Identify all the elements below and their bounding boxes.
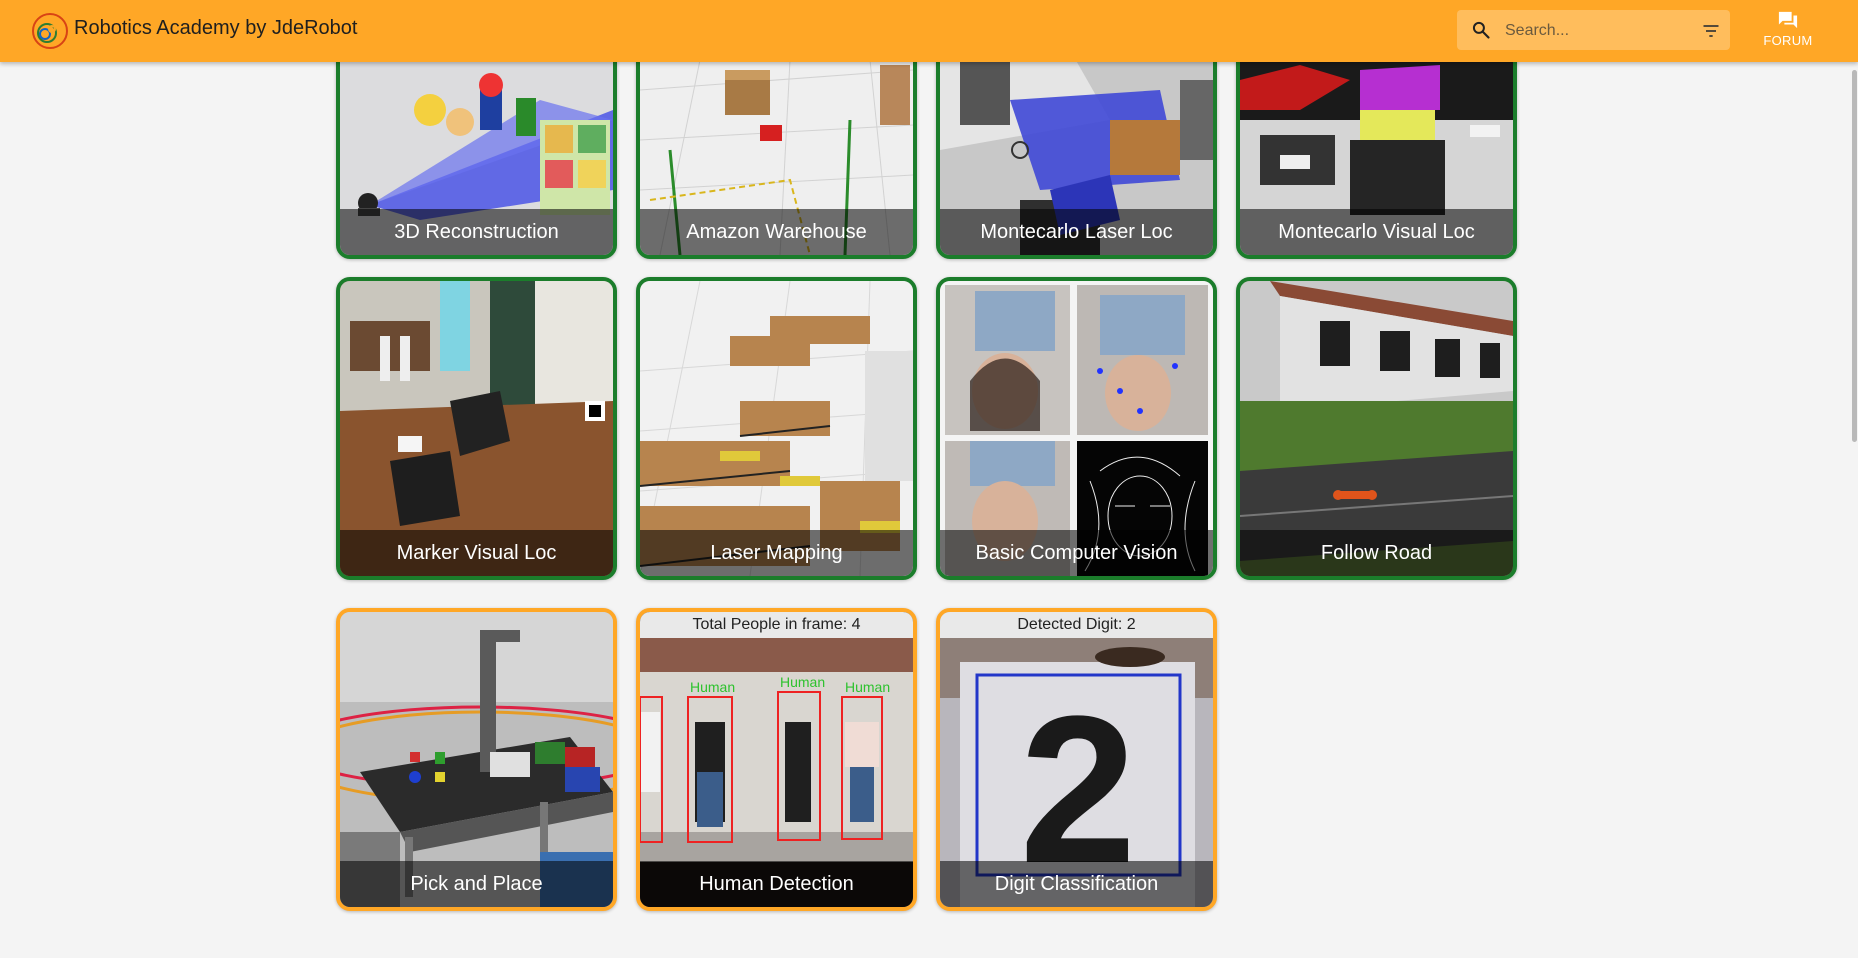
forum-icon (1778, 11, 1798, 29)
app-bar: Robotics Academy by JdeRobot FORUM (0, 0, 1858, 62)
scrollbar-thumb[interactable] (1852, 70, 1857, 442)
exercise-card-follow-road[interactable]: Follow Road (1236, 277, 1517, 580)
exercise-title: Amazon Warehouse (640, 209, 913, 255)
human-label: Human (690, 679, 735, 695)
exercise-title: Digit Classification (940, 861, 1213, 907)
exercise-card-human-detection[interactable]: Human Human Human Total People in frame:… (636, 608, 917, 911)
exercise-title: Basic Computer Vision (940, 530, 1213, 576)
exercise-title: Montecarlo Visual Loc (1240, 209, 1513, 255)
detected-digit-overlay: Detected Digit: 2 (940, 612, 1213, 638)
app-title[interactable]: Robotics Academy by JdeRobot (74, 17, 358, 40)
human-label: Human (845, 679, 890, 695)
exercise-title: Marker Visual Loc (340, 530, 613, 576)
exercise-card-pick-and-place[interactable]: Pick and Place (336, 608, 617, 911)
exercise-card-digit-classification[interactable]: 2 Detected Digit: 2 Digit Classification (936, 608, 1217, 911)
exercise-title: Follow Road (1240, 530, 1513, 576)
exercise-title: Montecarlo Laser Loc (940, 209, 1213, 255)
exercise-title: Laser Mapping (640, 530, 913, 576)
exercise-title: Human Detection (640, 861, 913, 907)
exercise-title: 3D Reconstruction (340, 209, 613, 255)
people-count-overlay: Total People in frame: 4 (640, 612, 913, 638)
exercise-title: Pick and Place (340, 861, 613, 907)
forum-button[interactable]: FORUM (1752, 8, 1824, 54)
search-box[interactable] (1457, 10, 1730, 50)
exercise-card-basic-computer-vision[interactable]: Basic Computer Vision (936, 277, 1217, 580)
jderobot-logo-icon[interactable] (31, 12, 69, 50)
search-input[interactable] (1503, 16, 1687, 46)
filter-icon[interactable] (1701, 21, 1721, 41)
exercise-card-laser-mapping[interactable]: Laser Mapping (636, 277, 917, 580)
search-icon (1472, 21, 1490, 39)
forum-label: FORUM (1763, 33, 1813, 48)
human-label: Human (780, 674, 825, 690)
exercise-card-marker-visual-loc[interactable]: Marker Visual Loc (336, 277, 617, 580)
